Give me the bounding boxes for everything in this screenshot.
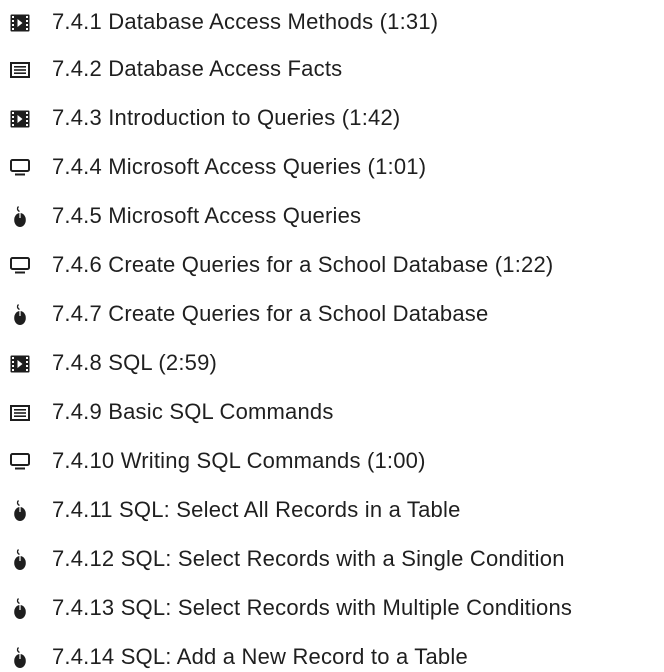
mouse-icon [8,597,32,621]
lesson-title: Database Access Facts [108,56,343,81]
lesson-label: 7.4.7 Create Queries for a School Databa… [52,303,488,325]
lesson-title: Microsoft Access Queries (1:01) [108,154,427,179]
lesson-number: 7.4.1 [52,9,102,34]
lesson-label: 7.4.1 Database Access Methods (1:31) [52,11,438,33]
lesson-item-7-4-8[interactable]: 7.4.8 SQL (2:59) [0,345,664,383]
video-icon [8,11,32,35]
lesson-item-7-4-4[interactable]: 7.4.4 Microsoft Access Queries (1:01) [0,149,664,187]
lesson-number: 7.4.8 [52,350,102,375]
lesson-number: 7.4.7 [52,301,102,326]
lesson-number: 7.4.14 [52,644,115,669]
lesson-number: 7.4.6 [52,252,102,277]
lesson-item-7-4-1[interactable]: 7.4.1 Database Access Methods (1:31) [0,4,664,42]
lesson-number: 7.4.4 [52,154,102,179]
lesson-title: SQL (2:59) [108,350,218,375]
lesson-item-7-4-5[interactable]: 7.4.5 Microsoft Access Queries [0,198,664,236]
lesson-label: 7.4.13 SQL: Select Records with Multiple… [52,597,572,619]
lesson-number: 7.4.13 [52,595,115,620]
lesson-item-7-4-7[interactable]: 7.4.7 Create Queries for a School Databa… [0,296,664,334]
lesson-item-7-4-13[interactable]: 7.4.13 SQL: Select Records with Multiple… [0,590,664,628]
lesson-title: Database Access Methods (1:31) [108,9,439,34]
mouse-icon [8,303,32,327]
lesson-item-7-4-14[interactable]: 7.4.14 SQL: Add a New Record to a Table [0,639,664,672]
lesson-title: SQL: Select Records with a Single Condit… [120,546,565,571]
lesson-label: 7.4.3 Introduction to Queries (1:42) [52,107,400,129]
lesson-title: SQL: Select All Records in a Table [119,497,461,522]
lesson-label: 7.4.6 Create Queries for a School Databa… [52,254,553,276]
lesson-title: SQL: Add a New Record to a Table [120,644,468,669]
lesson-title: Create Queries for a School Database (1:… [108,252,554,277]
monitor-icon [8,254,32,278]
lesson-title: Microsoft Access Queries [108,203,362,228]
lesson-label: 7.4.14 SQL: Add a New Record to a Table [52,646,468,668]
video-icon [8,352,32,376]
lesson-label: 7.4.4 Microsoft Access Queries (1:01) [52,156,426,178]
lesson-number: 7.4.3 [52,105,102,130]
lesson-item-7-4-11[interactable]: 7.4.11 SQL: Select All Records in a Tabl… [0,492,664,530]
lesson-title: SQL: Select Records with Multiple Condit… [120,595,573,620]
mouse-icon [8,499,32,523]
lesson-label: 7.4.5 Microsoft Access Queries [52,205,361,227]
monitor-icon [8,450,32,474]
lesson-item-7-4-6[interactable]: 7.4.6 Create Queries for a School Databa… [0,247,664,285]
lesson-number: 7.4.5 [52,203,102,228]
lesson-number: 7.4.10 [52,448,115,473]
lesson-title: Writing SQL Commands (1:00) [120,448,426,473]
lesson-label: 7.4.8 SQL (2:59) [52,352,217,374]
lesson-label: 7.4.9 Basic SQL Commands [52,401,334,423]
lesson-item-7-4-3[interactable]: 7.4.3 Introduction to Queries (1:42) [0,100,664,138]
lesson-number: 7.4.11 [52,497,113,522]
lesson-number: 7.4.12 [52,546,115,571]
lesson-number: 7.4.2 [52,56,102,81]
lesson-label: 7.4.11 SQL: Select All Records in a Tabl… [52,499,461,521]
document-icon [8,401,32,425]
lesson-item-7-4-2[interactable]: 7.4.2 Database Access Facts [0,51,664,89]
lesson-item-7-4-9[interactable]: 7.4.9 Basic SQL Commands [0,394,664,432]
video-icon [8,107,32,131]
lesson-label: 7.4.2 Database Access Facts [52,58,342,80]
document-icon [8,58,32,82]
lesson-label: 7.4.10 Writing SQL Commands (1:00) [52,450,426,472]
mouse-icon [8,205,32,229]
lesson-number: 7.4.9 [52,399,102,424]
monitor-icon [8,156,32,180]
mouse-icon [8,548,32,572]
lesson-title: Basic SQL Commands [108,399,334,424]
mouse-icon [8,646,32,670]
lesson-item-7-4-12[interactable]: 7.4.12 SQL: Select Records with a Single… [0,541,664,579]
lesson-title: Introduction to Queries (1:42) [108,105,401,130]
lesson-list: 7.4.1 Database Access Methods (1:31) 7.4… [0,0,664,672]
lesson-title: Create Queries for a School Database [108,301,489,326]
lesson-item-7-4-10[interactable]: 7.4.10 Writing SQL Commands (1:00) [0,443,664,481]
lesson-label: 7.4.12 SQL: Select Records with a Single… [52,548,565,570]
